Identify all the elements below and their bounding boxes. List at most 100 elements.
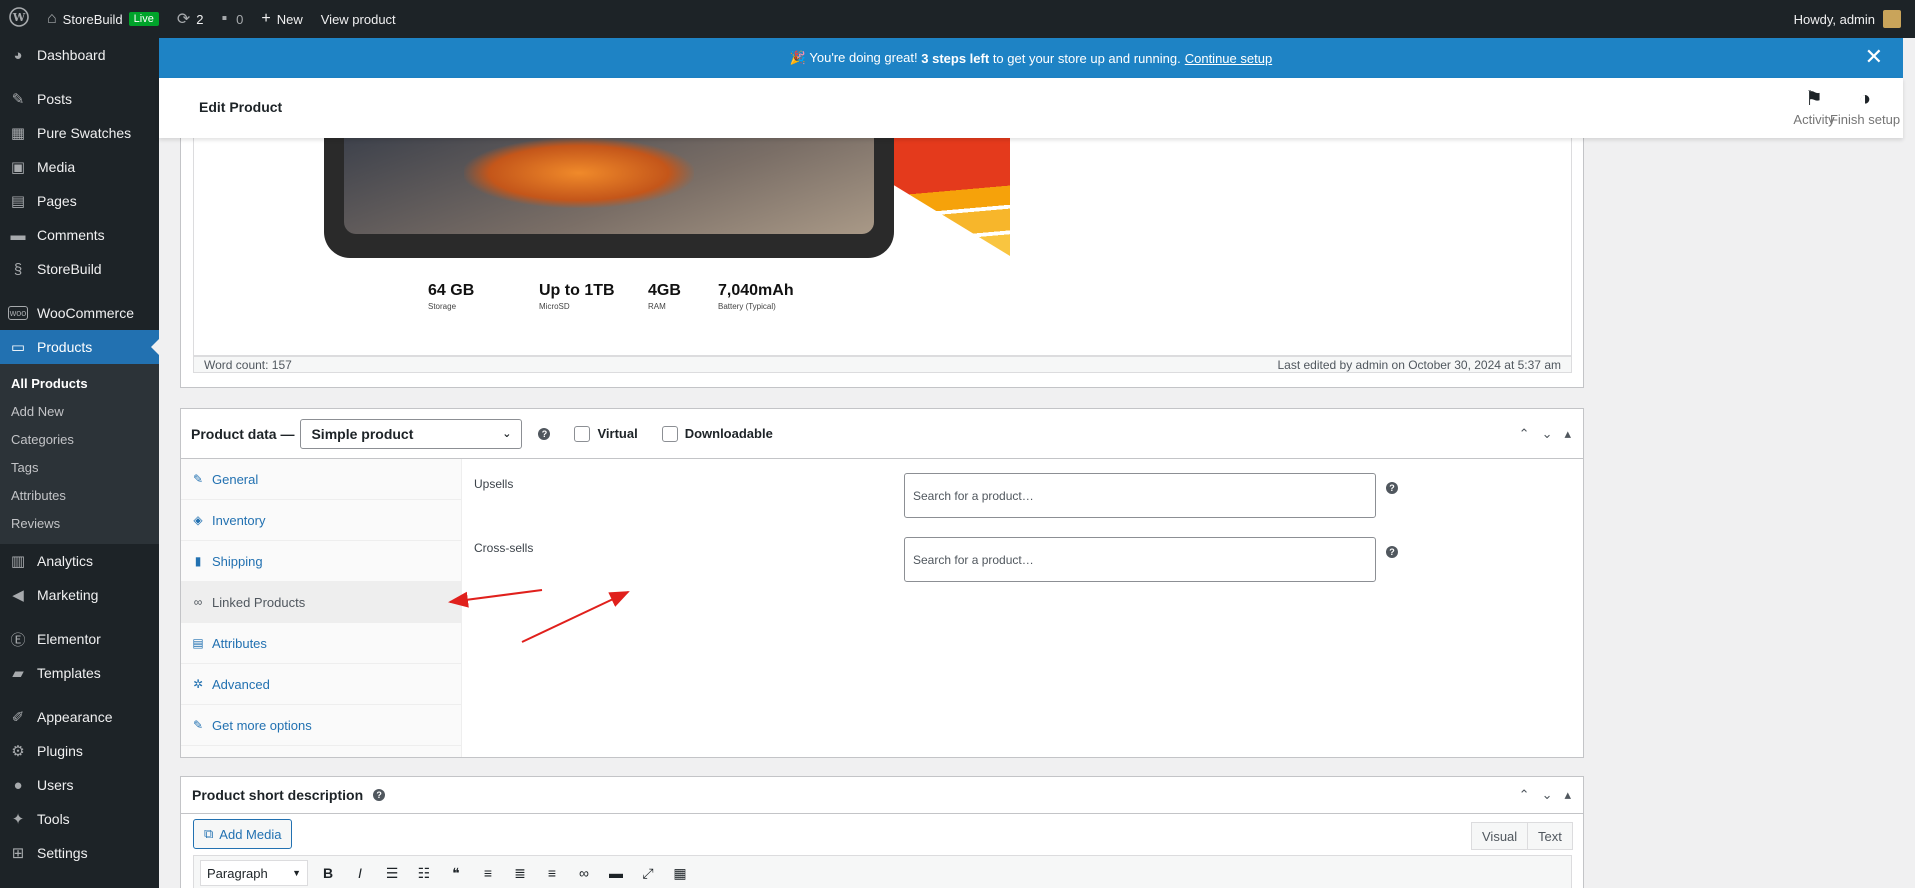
help-icon[interactable]: ? (1386, 546, 1398, 558)
menu-analytics[interactable]: ▥ Analytics (0, 544, 159, 578)
submenu-all-products[interactable]: All Products (0, 370, 159, 398)
updates-link[interactable]: ⟳ 2 (168, 0, 213, 38)
spec-label: MicroSD (539, 302, 570, 311)
toggle-triangle-icon[interactable]: ▴ (1564, 787, 1571, 803)
tab-advanced[interactable]: ✲ Advanced (181, 664, 461, 705)
tab-get-more-options[interactable]: ✎ Get more options (181, 705, 461, 746)
tab-label: Advanced (212, 676, 270, 692)
link-icon[interactable]: ∞ (572, 865, 596, 881)
bold-icon[interactable]: B (316, 865, 340, 881)
submenu-categories[interactable]: Categories (0, 426, 159, 454)
comments-icon: ▬ (10, 226, 26, 244)
submenu-reviews[interactable]: Reviews (0, 510, 159, 538)
plus-icon: + (261, 10, 271, 27)
crosssells-search-input[interactable]: Search for a product… (904, 537, 1376, 582)
menu-woocommerce[interactable]: woo WooCommerce (0, 296, 159, 330)
submenu-tags[interactable]: Tags (0, 454, 159, 482)
admin-menu: ◕ Dashboard ✎ Posts ▦ Pure Swatches ▣ Media … (0, 38, 159, 888)
home-icon: ⌂ (47, 10, 57, 27)
product-type-select[interactable]: Simple product ⌄ (300, 418, 523, 449)
tab-label: Attributes (212, 635, 267, 651)
new-content-link[interactable]: + New (252, 0, 311, 38)
spec-item: 4GB RAM (648, 282, 681, 311)
align-right-icon[interactable]: ≡ (540, 865, 564, 881)
virtual-checkbox[interactable]: Virtual (574, 425, 638, 442)
submenu-attributes[interactable]: Attributes (0, 482, 159, 510)
menu-posts[interactable]: ✎ Posts (0, 82, 159, 116)
text-tab[interactable]: Text (1527, 822, 1573, 850)
live-badge: Live (128, 12, 159, 26)
submenu-add-new[interactable]: Add New (0, 398, 159, 426)
short-description-box: Product short description ? ⌃ ⌄ ▴ ⧉ Add … (180, 776, 1584, 888)
align-center-icon[interactable]: ≣ (508, 865, 532, 882)
tab-inventory[interactable]: ◈ Inventory (181, 500, 461, 541)
help-icon[interactable]: ? (538, 427, 551, 440)
chevron-down-icon[interactable]: ⌄ (1542, 426, 1553, 442)
italic-icon[interactable]: I (348, 865, 372, 881)
tab-linked-products[interactable]: ∞ Linked Products (181, 582, 461, 623)
site-name-link[interactable]: ⌂ StoreBuild Live (38, 0, 168, 38)
format-select[interactable]: Paragraph ▼ (200, 860, 308, 886)
menu-marketing[interactable]: ◀ Marketing (0, 578, 159, 612)
howdy-text: Howdy, admin (1793, 11, 1875, 27)
menu-dashboard[interactable]: ◕ Dashboard (0, 38, 159, 72)
product-data-label: Product data — (191, 425, 295, 442)
finish-setup-button[interactable]: ◑ Finish setup (1815, 88, 1915, 127)
menu-products[interactable]: ▭ Products (0, 330, 159, 364)
chevron-down-icon[interactable]: ⌄ (1542, 787, 1553, 803)
menu-settings[interactable]: ⊞ Settings (0, 836, 159, 870)
continue-setup-link[interactable]: Continue setup (1185, 51, 1272, 66)
menu-pure-swatches[interactable]: ▦ Pure Swatches (0, 116, 159, 150)
checkbox-box[interactable] (574, 425, 591, 442)
notice-prefix: 🎉 You're doing great! (789, 50, 918, 65)
tab-label: Linked Products (212, 594, 306, 610)
help-icon[interactable]: ? (1386, 482, 1398, 494)
wrench-icon: ✦ (11, 811, 25, 828)
word-count: Word count: 157 (204, 357, 292, 372)
read-more-icon[interactable]: ▬ (604, 865, 628, 881)
finish-setup-label: Finish setup (1829, 112, 1901, 127)
menu-plugins[interactable]: ⚙ Plugins (0, 734, 159, 768)
menu-templates[interactable]: ▰ Templates (0, 656, 159, 690)
view-product-link[interactable]: View product (312, 0, 405, 38)
align-left-icon[interactable]: ≡ (476, 865, 500, 881)
spec-label: RAM (648, 302, 666, 311)
menu-tools[interactable]: ✦ Tools (0, 802, 159, 836)
blockquote-icon[interactable]: ❝ (444, 865, 468, 882)
add-media-button[interactable]: ⧉ Add Media (193, 819, 293, 849)
fullscreen-icon[interactable]: ⤢ (636, 865, 660, 882)
tab-shipping[interactable]: ▮ Shipping (181, 541, 461, 582)
close-icon[interactable]: ✕ (1865, 45, 1883, 69)
menu-media[interactable]: ▣ Media (0, 150, 159, 184)
visual-tab[interactable]: Visual (1471, 822, 1529, 850)
tab-general[interactable]: ✎ General (181, 459, 461, 500)
storebuild-icon: § (13, 260, 23, 278)
toggle-triangle-icon[interactable]: ▴ (1564, 426, 1571, 442)
chevron-up-icon[interactable]: ⌃ (1519, 426, 1530, 442)
dashboard-icon: ◕ (13, 46, 23, 64)
comments-link[interactable]: ▪ 0 (212, 0, 252, 38)
numbered-list-icon[interactable]: ☷ (412, 865, 436, 882)
checkbox-box[interactable] (661, 425, 678, 442)
menu-comments[interactable]: ▬ Comments (0, 218, 159, 252)
bullet-list-icon[interactable]: ☰ (380, 865, 404, 882)
spec-item: 7,040mAh Battery (Typical) (718, 282, 794, 311)
wordpress-logo-menu[interactable]: W (0, 0, 38, 38)
menu-storebuild[interactable]: § StoreBuild (0, 252, 159, 286)
help-icon[interactable]: ? (373, 789, 386, 801)
menu-elementor[interactable]: Ⓔ Elementor (0, 622, 159, 656)
product-data-box: Product data — Simple product ⌄ ? Virtua… (180, 408, 1584, 758)
upsells-search-input[interactable]: Search for a product… (904, 473, 1376, 518)
menu-pages[interactable]: ▤ Pages (0, 184, 159, 218)
add-media-label: Add Media (219, 826, 282, 842)
menu-appearance[interactable]: ✐ Appearance (0, 700, 159, 734)
tab-attributes[interactable]: ▤ Attributes (181, 623, 461, 664)
menu-users[interactable]: ● Users (0, 768, 159, 802)
my-account[interactable]: Howdy, admin (1794, 10, 1915, 28)
description-editor[interactable]: 64 GB Storage Up to 1TB MicroSD 4GB RAM 7,0… (193, 138, 1572, 356)
avatar (1883, 10, 1901, 28)
downloadable-checkbox[interactable]: Downloadable (661, 425, 773, 442)
menu-label: Plugins (37, 743, 83, 759)
chevron-up-icon[interactable]: ⌃ (1519, 787, 1530, 803)
toolbar-toggle-icon[interactable]: ▦ (668, 865, 692, 882)
